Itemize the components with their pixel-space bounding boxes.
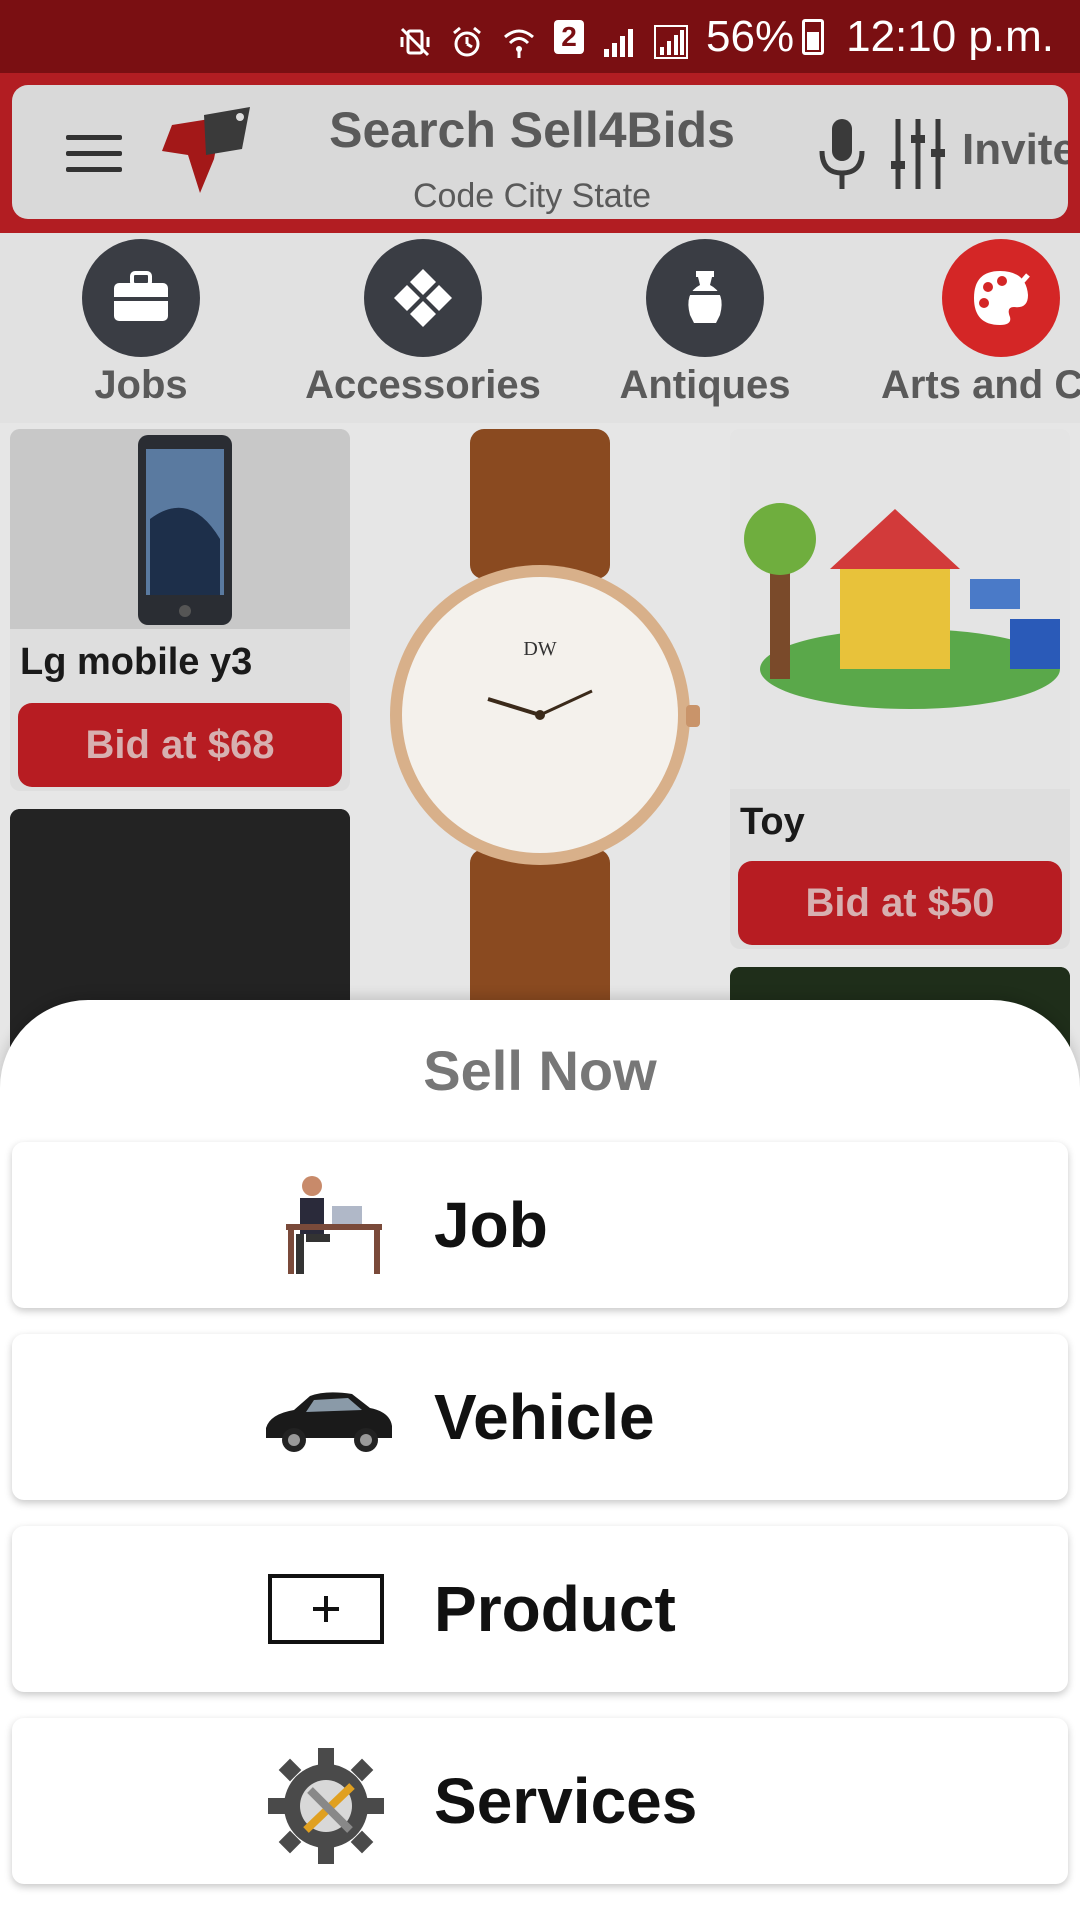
category-label: Antiques xyxy=(619,363,791,407)
search-location[interactable]: Code City State xyxy=(322,177,742,216)
category-label: Jobs xyxy=(94,363,188,407)
sell-option-vehicle[interactable]: Vehicle xyxy=(12,1334,1068,1500)
wifi-icon xyxy=(502,20,536,58)
bid-button[interactable]: Bid at $50 xyxy=(738,861,1062,945)
product-title: Lg mobile y3 xyxy=(20,641,253,683)
car-icon xyxy=(260,1362,396,1472)
battery-percentage: 56% xyxy=(706,11,795,61)
product-image-toy xyxy=(730,429,1070,789)
sell-option-job[interactable]: Job xyxy=(12,1142,1068,1308)
option-label: Vehicle xyxy=(434,1381,655,1453)
bid-button[interactable]: Bid at $68 xyxy=(18,703,342,787)
job-person-desk-icon xyxy=(266,1170,386,1280)
category-label: Arts and Cra xyxy=(880,363,1080,407)
option-label: Job xyxy=(434,1189,548,1261)
option-label: Product xyxy=(434,1573,676,1645)
app-header: Search Sell4Bids Code City State Invite xyxy=(0,73,1080,233)
signal-boxed-icon xyxy=(654,20,689,59)
sell4bids-logo-icon xyxy=(152,103,262,201)
palette-icon xyxy=(942,239,1060,357)
product-title: Toy xyxy=(740,801,805,843)
status-icons: 2 xyxy=(398,19,689,59)
category-arts-and-crafts[interactable]: Arts and Cra xyxy=(860,239,1080,408)
product-image-watch: DW xyxy=(370,429,710,1069)
menu-icon[interactable] xyxy=(66,125,122,181)
product-card[interactable]: Toy Bid at $50 xyxy=(730,429,1070,949)
status-bar: 2 56% 12:10 p.m. xyxy=(0,0,1080,73)
svg-text:DW: DW xyxy=(523,638,556,660)
services-gear-icon xyxy=(266,1746,386,1864)
search-title: Search Sell4Bids xyxy=(329,102,735,158)
product-card[interactable]: DW xyxy=(370,429,710,1069)
diamond-icon xyxy=(364,239,482,357)
briefcase-icon xyxy=(82,239,200,357)
sell-option-product[interactable]: Product xyxy=(12,1526,1068,1692)
battery-icon xyxy=(802,18,825,55)
add-product-icon xyxy=(266,1554,386,1664)
invite-button[interactable]: Invite xyxy=(962,125,1068,175)
sell-now-sheet: Sell Now Job Vehicle Product Services xyxy=(0,1000,1080,1920)
category-jobs[interactable]: Jobs xyxy=(0,239,282,408)
vase-icon xyxy=(646,239,764,357)
microphone-icon[interactable] xyxy=(814,115,870,193)
clock: 12:10 p.m. xyxy=(846,11,1054,61)
category-accessories[interactable]: Accessories xyxy=(282,239,564,408)
sheet-title: Sell Now xyxy=(423,1039,657,1102)
category-strip: Jobs Accessories Antiques Arts and Cra xyxy=(0,233,1080,423)
search-bar[interactable]: Search Sell4Bids Code City State Invite xyxy=(12,85,1068,219)
alarm-icon xyxy=(450,20,484,56)
option-label: Services xyxy=(434,1765,698,1837)
sim-slot-badge: 2 xyxy=(554,19,585,54)
category-label: Accessories xyxy=(305,363,541,407)
filter-sliders-icon[interactable] xyxy=(888,115,948,193)
product-image-phone xyxy=(10,429,350,629)
category-antiques[interactable]: Antiques xyxy=(564,239,846,408)
signal-icon xyxy=(602,20,636,57)
sell-option-services[interactable]: Services xyxy=(12,1718,1068,1884)
vibrate-icon xyxy=(398,20,432,56)
product-card[interactable]: Lg mobile y3 Bid at $68 xyxy=(10,429,350,791)
